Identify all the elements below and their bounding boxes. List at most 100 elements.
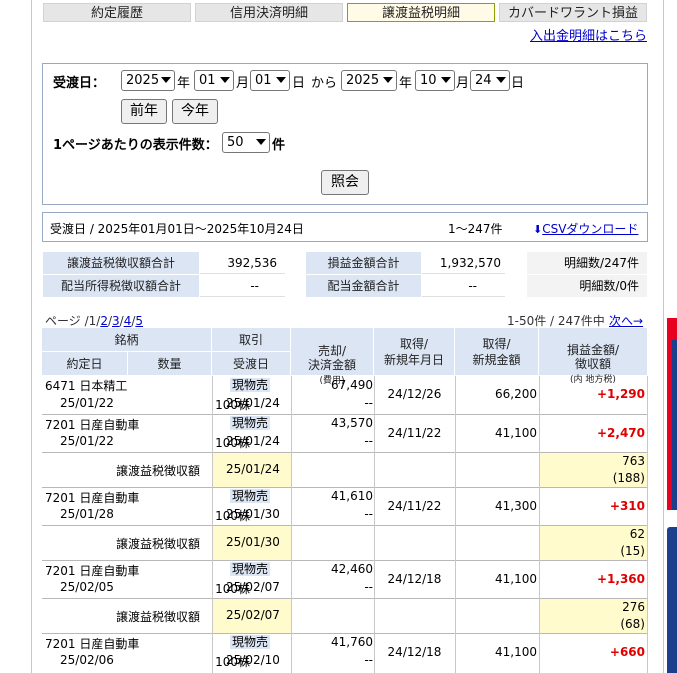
right-frame-border [663, 0, 664, 673]
to-year-select[interactable]: 2025 [341, 70, 397, 91]
csv-download-link[interactable]: ⬇CSVダウンロード [533, 220, 638, 237]
brand-name: 7201 日産自動車 [45, 491, 140, 505]
left-frame-border [31, 0, 32, 673]
tab-margin-settlement[interactable]: 信用決済明細 [195, 3, 343, 22]
download-icon: ⬇ [533, 223, 543, 236]
dividend-tax-value: -- [200, 275, 285, 297]
to-day-select[interactable]: 24 [470, 70, 510, 91]
pl-total-label: 損益金額合計 [306, 252, 421, 274]
from-year-select[interactable]: 2025 [121, 70, 175, 91]
page-1[interactable]: 1 [89, 314, 97, 328]
unit-year: 年 [399, 76, 413, 91]
cost: -- [364, 434, 373, 448]
trade-date: 25/01/22 [60, 396, 114, 410]
acquisition-date: 24/12/26 [387, 387, 442, 401]
tax-total-value: 392,536 [200, 252, 285, 274]
tax-amount: 276 [622, 600, 645, 614]
header-delivery-date: 受渡日 [212, 352, 291, 376]
header-brand: 銘柄 [42, 328, 212, 352]
sale-amount: 41,610 [331, 489, 373, 503]
acquisition-date: 24/12/18 [387, 572, 442, 586]
tab-capital-gains-tax[interactable]: 譲渡益税明細 [347, 3, 495, 22]
table-row: 7201 日産自動車 25/01/22 100株 現物売 25/01/24 43… [42, 415, 648, 453]
tab-covered-warrant[interactable]: カバードワラント損益 [499, 3, 647, 22]
cost: -- [364, 653, 373, 667]
from-day-select[interactable]: 01 [250, 70, 290, 91]
submit-button[interactable]: 照会 [321, 170, 369, 195]
cashflow-detail-link[interactable]: 入出金明細はこちら [530, 25, 647, 44]
acquisition-date: 24/12/18 [387, 645, 442, 659]
trade-date: 25/01/28 [60, 507, 114, 521]
tax-amount: 62 [629, 527, 645, 541]
tax-row-label: 譲渡益税徴収額 [116, 464, 201, 478]
column-divider [291, 376, 292, 673]
transaction-tag: 現物売 [230, 635, 271, 649]
header-transaction: 取引 [212, 328, 291, 352]
detail-count: 明細数/247件 [527, 252, 647, 274]
tax-amount: 763 [622, 454, 645, 468]
pl-amount: +660 [609, 645, 645, 659]
sale-amount: 67,490 [331, 378, 373, 392]
pl-amount: +310 [609, 499, 645, 513]
unit-day: 日 [292, 76, 306, 91]
tax-row-label: 譲渡益税徴収額 [116, 537, 201, 551]
page-2-link[interactable]: 2 [100, 314, 108, 328]
sale-amount: 42,460 [331, 562, 373, 576]
trade-date: 25/02/05 [60, 580, 114, 594]
from-month-select[interactable]: 01 [194, 70, 234, 91]
dividend-tax-label: 配当所得税徴収額合計 [43, 275, 199, 297]
delivery-date: 25/02/07 [226, 608, 280, 622]
dividend-detail-count: 明細数/0件 [527, 275, 647, 297]
column-divider [647, 376, 648, 673]
page-5-link[interactable]: 5 [135, 314, 143, 328]
tab-trade-history[interactable]: 約定履歴 [43, 3, 191, 22]
tax-total-label: 譲渡益税徴収額合計 [43, 252, 199, 274]
acquisition-date: 24/11/22 [387, 426, 442, 440]
from-text: から [311, 76, 338, 91]
header-pl-amount: 損益金額/ 徴収額 (内 地方税) [539, 328, 648, 385]
page-label: ページ / [45, 314, 89, 328]
page-range: 1-50件 / 247件中 [507, 314, 605, 328]
this-year-button[interactable]: 今年 [172, 99, 218, 124]
column-divider [539, 376, 540, 673]
acquisition-amount: 41,100 [495, 572, 537, 586]
acquisition-amount: 41,300 [495, 499, 537, 513]
transaction-tag: 現物売 [230, 416, 271, 430]
header-acquisition-date: 取得/ 新規年月日 [374, 328, 455, 376]
side-banner-inner [672, 340, 677, 510]
delivery-date: 25/02/10 [226, 653, 280, 667]
summary-bar: 受渡日 / 2025年01月01日〜2025年10月24日 1〜247件 ⬇CS… [42, 212, 648, 242]
transaction-tag: 現物売 [230, 562, 271, 576]
acquisition-amount: 41,100 [495, 426, 537, 440]
pl-total-value: 1,932,570 [422, 252, 505, 274]
side-banner-2[interactable] [667, 527, 677, 673]
unit-day: 日 [511, 76, 525, 91]
tax-row-label: 譲渡益税徴収額 [116, 610, 201, 624]
unit-month: 月 [236, 76, 250, 91]
delivery-date: 25/01/24 [226, 462, 280, 476]
next-page-link[interactable]: 次へ→ [609, 312, 643, 329]
per-page-label: 1ページあたりの表示件数： [53, 138, 218, 153]
table-row: 7201 日産自動車 25/01/28 100株 現物売 25/01/30 41… [42, 488, 648, 526]
per-page-select[interactable]: 50 [222, 132, 270, 153]
page-3-link[interactable]: 3 [112, 314, 120, 328]
to-month-select[interactable]: 10 [415, 70, 455, 91]
brand-name: 7201 日産自動車 [45, 637, 140, 651]
acquisition-amount: 66,200 [495, 387, 537, 401]
delivery-date-label: 受渡日： [53, 76, 106, 91]
prev-year-button[interactable]: 前年 [121, 99, 167, 124]
header-quantity: 数量 [128, 352, 212, 376]
page-4-link[interactable]: 4 [124, 314, 132, 328]
column-divider [455, 376, 456, 673]
pl-amount: +1,290 [596, 387, 645, 401]
cost: -- [364, 507, 373, 521]
delivery-date: 25/01/24 [226, 396, 280, 410]
delivery-date: 25/01/30 [226, 507, 280, 521]
local-tax: (188) [612, 471, 645, 485]
acquisition-amount: 41,100 [495, 645, 537, 659]
cost: -- [364, 580, 373, 594]
delivery-date: 25/01/24 [226, 434, 280, 448]
dividend-total-label: 配当金額合計 [306, 275, 421, 297]
sale-amount: 43,570 [331, 416, 373, 430]
delivery-date: 25/01/30 [226, 535, 280, 549]
